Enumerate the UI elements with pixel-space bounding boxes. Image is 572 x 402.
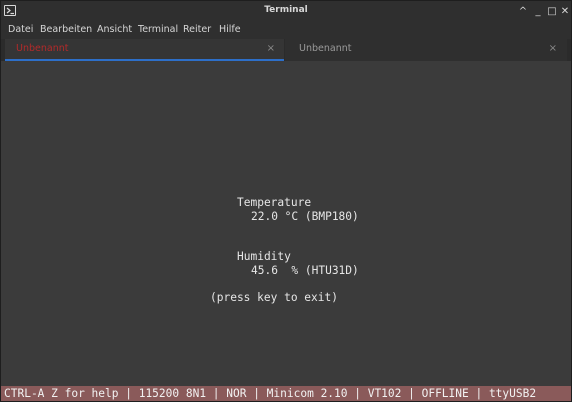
- minimize-button[interactable]: _: [532, 6, 544, 18]
- menu-reiter[interactable]: Reiter: [183, 23, 211, 37]
- menu-ansicht[interactable]: Ansicht: [97, 23, 132, 37]
- terminal-window: Terminal ^ _ □ ✕ Datei Bearbeiten Ansich…: [0, 0, 572, 402]
- status-text: CTRL-A Z for help | 115200 8N1 | NOR | M…: [4, 387, 537, 400]
- minicom-status-line: CTRL-A Z for help | 115200 8N1 | NOR | M…: [1, 386, 571, 401]
- maximize-button[interactable]: □: [546, 6, 558, 18]
- menu-bar: Datei Bearbeiten Ansicht Terminal Reiter…: [1, 23, 571, 39]
- window-title: Terminal: [264, 5, 308, 15]
- humidity-value: 45.6 % (HTU31D): [251, 264, 359, 277]
- menu-hilfe[interactable]: Hilfe: [219, 23, 241, 37]
- exit-hint: (press key to exit): [210, 291, 338, 304]
- menu-bearbeiten[interactable]: Bearbeiten: [40, 23, 92, 37]
- tab-unbenannt-2[interactable]: Unbenannt ×: [285, 39, 567, 61]
- close-icon[interactable]: ×: [267, 39, 275, 59]
- tab-unbenannt-1[interactable]: Unbenannt ×: [5, 39, 284, 61]
- menu-datei[interactable]: Datei: [8, 23, 33, 37]
- close-icon[interactable]: ×: [549, 39, 557, 59]
- title-bar[interactable]: Terminal ^ _ □ ✕: [1, 1, 571, 23]
- menu-terminal[interactable]: Terminal: [138, 23, 178, 37]
- temperature-value: 22.0 °C (BMP180): [251, 210, 359, 223]
- tab-label: Unbenannt: [299, 43, 352, 54]
- terminal-output[interactable]: Temperature 22.0 °C (BMP180) Humidity 45…: [5, 61, 567, 386]
- close-button[interactable]: ✕: [559, 6, 571, 18]
- chevron-up-icon[interactable]: ^: [517, 6, 529, 18]
- temperature-heading: Temperature: [237, 196, 312, 209]
- tab-label: Unbenannt: [16, 43, 69, 54]
- tab-bar: Unbenannt × Unbenannt ×: [1, 39, 571, 61]
- humidity-heading: Humidity: [237, 250, 291, 263]
